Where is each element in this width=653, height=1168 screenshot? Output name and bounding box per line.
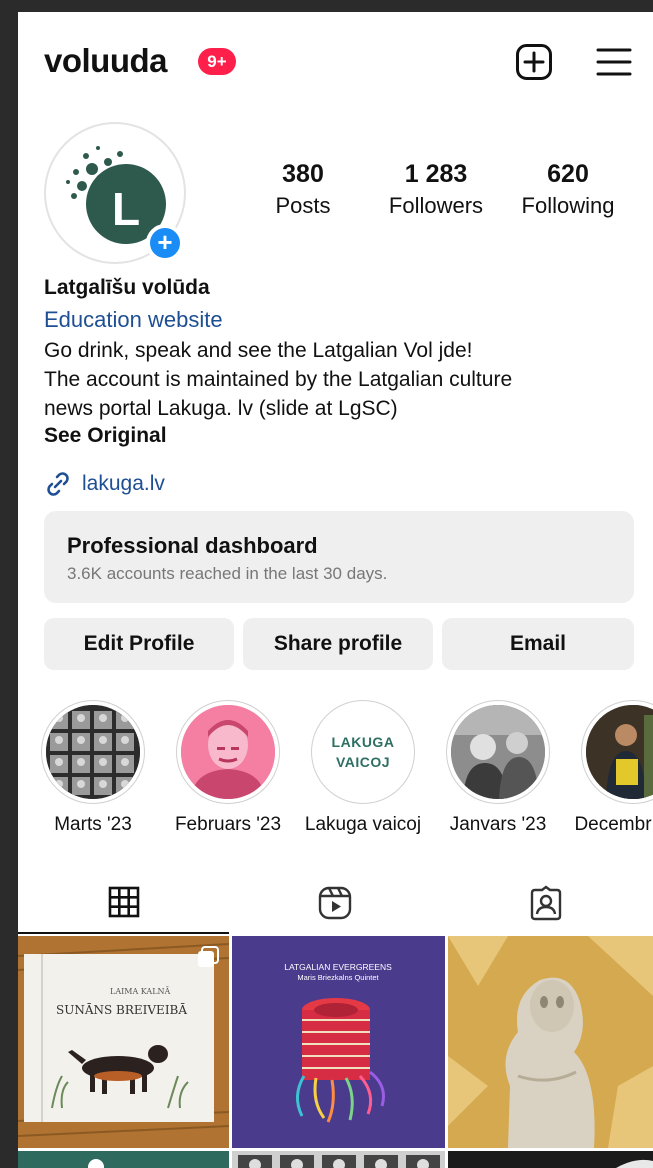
professional-dashboard[interactable]: Professional dashboard 3.6K accounts rea… <box>44 511 634 603</box>
edit-profile-button[interactable]: Edit Profile <box>44 618 234 670</box>
profile-category: Education website <box>44 307 223 332</box>
profile-tabs <box>18 872 653 934</box>
highlight-label: Marts '23 <box>54 814 132 835</box>
new-post-button[interactable] <box>514 42 554 82</box>
grid-icon <box>108 886 139 918</box>
post-image <box>448 1151 653 1168</box>
dashboard-title: Professional dashboard <box>67 533 318 558</box>
svg-text:L: L <box>112 183 140 235</box>
sculpture-image <box>448 936 653 1148</box>
highlight-cover-text: LAKUGA <box>331 734 395 750</box>
post-thumbnail[interactable] <box>448 1151 653 1168</box>
bw-photo-thumbnail <box>451 705 545 799</box>
top-bar: voluuda 9+ <box>18 12 653 112</box>
highlight-cover <box>176 700 280 804</box>
display-name: Latgalīšu volūda <box>44 276 210 299</box>
album-cover-image: LATGALIAN EVERGREENS Maris Briezkalns Qu… <box>232 936 445 1148</box>
portrait-thumbnail <box>181 705 275 799</box>
followers-label: Followers <box>388 193 484 218</box>
tab-tagged[interactable] <box>440 872 651 934</box>
post-thumbnail[interactable]: LAIMA KALNĀ SUNĀNS BREIVEIBĀ <box>18 936 229 1148</box>
posts-label: Posts <box>275 193 331 218</box>
bio-line: news portal Lakuga. lv (slide at LgSC) <box>44 397 398 420</box>
highlight-cover-text: VAICOJ <box>335 754 391 770</box>
dashboard-subtitle: 3.6K accounts reached in the last 30 day… <box>67 564 388 583</box>
profile-screen: voluuda 9+ L + 380 Posts 1 283 Followers… <box>18 12 653 1168</box>
highlight-cover: LAKUGA VAICOJ <box>311 700 415 804</box>
email-button[interactable]: Email <box>442 618 634 670</box>
stat-followers[interactable]: 1 283 Followers <box>378 160 494 219</box>
book-author: LAIMA KALNĀ <box>110 987 171 996</box>
plus-square-icon <box>516 44 552 80</box>
following-label: Following <box>521 193 615 218</box>
album-artist: Maris Briezkalns Quintet <box>297 973 379 982</box>
post-thumbnail[interactable] <box>448 936 653 1148</box>
website-link-text[interactable]: lakuga.lv <box>82 472 165 496</box>
tagged-person-icon <box>530 885 561 921</box>
photo-collage-thumbnail <box>46 705 140 799</box>
post-thumbnail[interactable] <box>232 1151 445 1168</box>
menu-button[interactable] <box>594 42 634 82</box>
bio-line: Go drink, speak and see the Latgalian Vo… <box>44 339 473 362</box>
share-profile-button[interactable]: Share profile <box>243 618 433 670</box>
tab-posts-grid[interactable] <box>18 872 229 934</box>
highlight-label: Decembr <box>574 814 652 835</box>
album-title: LATGALIAN EVERGREENS <box>284 962 392 972</box>
post-image <box>232 1151 445 1168</box>
followers-count: 1 283 <box>404 160 468 188</box>
link-icon <box>47 472 69 496</box>
highlight-label: Februars '23 <box>174 814 282 835</box>
reels-icon <box>318 886 351 920</box>
carousel-icon <box>198 946 219 967</box>
photo-thumbnail <box>586 705 653 799</box>
tab-reels[interactable] <box>229 872 440 934</box>
notification-badge[interactable]: 9+ <box>198 48 236 75</box>
stat-following[interactable]: 620 Following <box>513 160 623 219</box>
bio-text: Go drink, speak and see the Latgalian Vo… <box>44 336 624 423</box>
highlight-label: Janvars '23 <box>449 814 547 835</box>
stat-posts[interactable]: 380 Posts <box>258 160 348 219</box>
website-link[interactable]: lakuga.lv <box>44 470 165 498</box>
see-original-link[interactable]: See Original <box>44 424 167 448</box>
post-thumbnail[interactable] <box>18 1151 229 1168</box>
post-thumbnail[interactable]: LATGALIAN EVERGREENS Maris Briezkalns Qu… <box>232 936 445 1148</box>
following-count: 620 <box>547 160 589 188</box>
add-story-plus-icon[interactable]: + <box>146 224 184 262</box>
account-username[interactable]: voluuda <box>44 42 168 80</box>
hamburger-menu-icon <box>596 48 632 76</box>
post-image <box>18 1151 229 1168</box>
highlight-cover <box>41 700 145 804</box>
highlight-cover <box>446 700 550 804</box>
highlight-label: Lakuga vaicoj <box>304 814 422 835</box>
book-title: SUNĀNS BREIVEIBĀ <box>56 1002 187 1017</box>
highlight-cover <box>581 700 653 804</box>
bio-line: The account is maintained by the Latgali… <box>44 368 513 391</box>
posts-count: 380 <box>282 160 324 188</box>
